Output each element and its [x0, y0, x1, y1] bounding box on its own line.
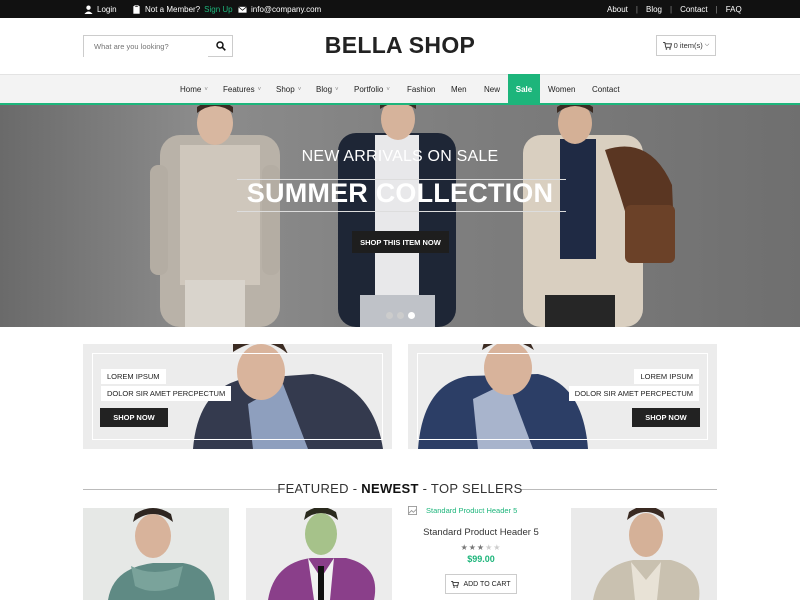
divider	[521, 489, 717, 490]
nav-item-contact[interactable]: Contact	[592, 75, 620, 104]
contact-link[interactable]: Contact	[680, 5, 708, 14]
hero-models-image	[150, 105, 675, 327]
site-header: BELLA SHOP 0 item(s) ⌵	[0, 18, 800, 74]
star-empty-icon: ★	[493, 543, 502, 552]
banner-line2: DOLOR SIR AMET PERCPECTUM	[568, 386, 699, 401]
banner-line2: DOLOR SIR AMET PERCPECTUM	[101, 386, 232, 401]
top-links: About | Blog | Contact | FAQ	[607, 0, 742, 18]
caret-down-icon: ˅	[204, 86, 208, 93]
hero-subtitle: NEW ARRIVALS ON SALE	[301, 148, 499, 165]
product-card[interactable]	[246, 508, 392, 600]
nav-item-shop[interactable]: Shop ˅	[276, 75, 301, 104]
product-card[interactable]	[83, 508, 229, 600]
star-filled-icon: ★	[476, 543, 486, 552]
nav-item-sale[interactable]: Sale	[508, 74, 540, 105]
cart-count: 0 item(s)	[673, 41, 703, 50]
signup-area: Not a Member? Sign Up	[132, 0, 233, 18]
featured-tab[interactable]: FEATURED -	[277, 481, 361, 496]
search-box	[83, 35, 233, 57]
nav-item-home[interactable]: Home ˅	[180, 75, 208, 104]
add-to-cart-button[interactable]: ADD TO CART	[445, 574, 517, 594]
about-link[interactable]: About	[607, 5, 628, 14]
caret-down-icon: ˅	[297, 86, 302, 93]
divider: |	[670, 4, 673, 14]
product-image-placeholder: Standard Product Header 5	[408, 506, 554, 515]
product-card[interactable]	[571, 508, 717, 600]
promo-banner-left[interactable]: LOREM IPSUM DOLOR SIR AMET PERCPECTUM SH…	[83, 344, 392, 449]
caret-down-icon: ˅	[335, 86, 339, 93]
divider: |	[635, 4, 638, 14]
clipboard-icon	[133, 4, 140, 14]
broken-image-icon	[408, 506, 417, 515]
product-image	[571, 508, 717, 600]
hero-title: SUMMER COLLECTION	[246, 178, 554, 208]
banner-line1: LOREM IPSUM	[634, 369, 699, 384]
product-price: $99.00	[467, 554, 495, 564]
login-label: Login	[97, 4, 117, 14]
nav-label: Contact	[592, 85, 620, 94]
nav-label: New	[484, 85, 501, 94]
slider-dots	[386, 312, 415, 319]
search-icon[interactable]	[216, 41, 226, 51]
nav-item-fashion[interactable]: Fashion	[407, 75, 435, 104]
nav-label: Women	[548, 85, 576, 94]
nav-label: Shop	[276, 85, 295, 94]
nav-label: Fashion	[407, 85, 436, 94]
nav-label: Men	[451, 85, 467, 94]
nav-item-new[interactable]: New	[484, 75, 500, 104]
email-link[interactable]: info@company.com	[238, 0, 321, 18]
cart-icon	[451, 580, 460, 588]
product-name[interactable]: Standard Product Header 5	[408, 527, 554, 538]
image-alt-text: Standard Product Header 5	[426, 506, 518, 515]
chevron-down-icon: ⌵	[704, 42, 710, 48]
caret-down-icon: ˅	[386, 86, 390, 93]
product-card[interactable]: Standard Product Header 5 Standard Produ…	[408, 506, 554, 600]
caret-down-icon: ˅	[257, 86, 262, 93]
slider-dot-active[interactable]	[408, 312, 415, 319]
star-filled-icon: ★	[468, 543, 477, 552]
login-link[interactable]: Login	[84, 0, 117, 18]
shop-now-button[interactable]: SHOP NOW	[632, 408, 700, 427]
cart-icon	[662, 41, 672, 50]
blog-link[interactable]: Blog	[646, 5, 662, 14]
slider-dot[interactable]	[397, 312, 404, 319]
product-rating: ★★★★★	[408, 543, 554, 552]
nav-item-portfolio[interactable]: Portfolio ˅	[354, 75, 390, 104]
email-text: info@company.com	[251, 4, 322, 14]
hero-rule-bottom	[237, 211, 566, 212]
nav-label: Portfolio	[354, 85, 384, 94]
promo-banner-right[interactable]: LOREM IPSUM DOLOR SIR AMET PERCPECTUM SH…	[408, 344, 717, 449]
nav-item-men[interactable]: Men	[451, 75, 467, 104]
nav-item-features[interactable]: Features ˅	[223, 75, 261, 104]
featured-heading: FEATURED - NEWEST - TOP SELLERS	[250, 481, 550, 496]
top-sellers-tab[interactable]: - TOP SELLERS	[419, 481, 523, 496]
sign-up-link[interactable]: Sign Up	[204, 5, 232, 14]
slider-dot[interactable]	[386, 312, 393, 319]
top-bar: Login Not a Member? Sign Up info@company…	[0, 0, 800, 18]
banner-line1: LOREM IPSUM	[101, 369, 166, 384]
add-to-cart-label: ADD TO CART	[463, 580, 511, 588]
nav-label: Blog	[316, 85, 333, 94]
hero-slider: NEW ARRIVALS ON SALE SUMMER COLLECTION S…	[0, 105, 800, 327]
star-filled-icon: ★	[460, 543, 469, 552]
product-image	[246, 508, 392, 600]
nav-item-women[interactable]: Women	[548, 75, 575, 104]
shop-now-button[interactable]: SHOP NOW	[100, 408, 168, 427]
envelope-icon	[238, 6, 247, 13]
product-image	[83, 508, 229, 600]
cart-button[interactable]: 0 item(s) ⌵	[656, 35, 716, 56]
search-input[interactable]	[84, 36, 208, 57]
main-nav: Home ˅ Features ˅ Shop ˅ Blog ˅ Portfolio ˅ F…	[0, 74, 800, 105]
nav-item-blog[interactable]: Blog ˅	[316, 75, 339, 104]
user-icon	[84, 5, 93, 14]
nav-label: Sale	[515, 85, 533, 94]
site-logo[interactable]: BELLA SHOP	[300, 32, 500, 59]
faq-link[interactable]: FAQ	[726, 5, 742, 14]
divider: |	[715, 4, 718, 14]
newest-tab[interactable]: NEWEST	[361, 481, 418, 496]
nav-label: Features	[223, 85, 255, 94]
shop-this-item-button[interactable]: SHOP THIS ITEM NOW	[352, 231, 449, 253]
not-member-text: Not a Member?	[145, 4, 201, 14]
nav-label: Home	[180, 85, 202, 94]
